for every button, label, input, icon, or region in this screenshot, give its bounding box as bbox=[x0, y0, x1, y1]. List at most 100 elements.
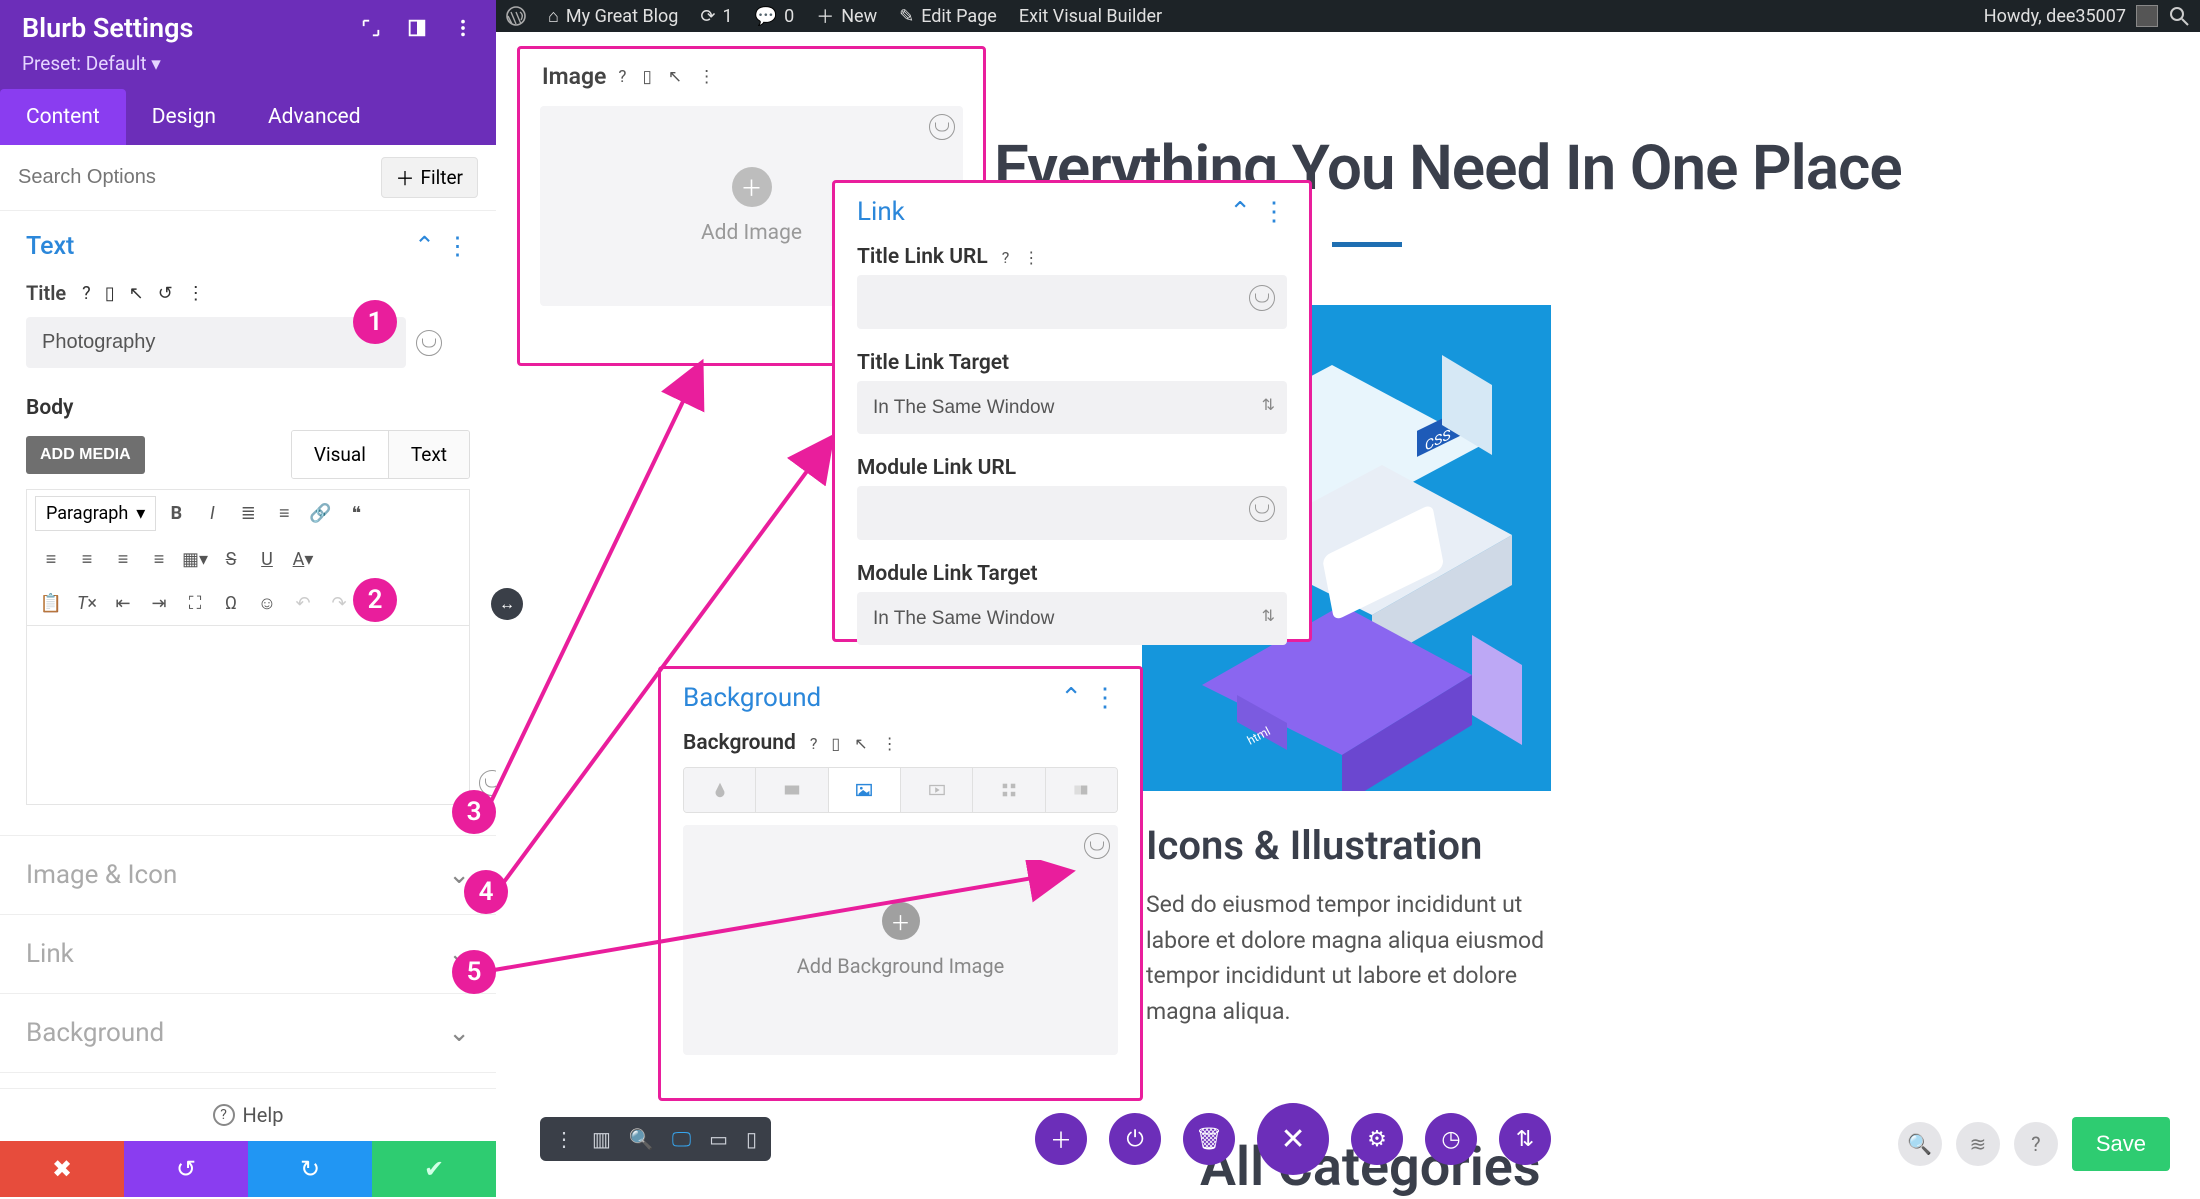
image-dynamic-icon[interactable] bbox=[929, 114, 955, 140]
bg-tab-pattern[interactable] bbox=[972, 768, 1044, 812]
hover-icon[interactable]: ↖ bbox=[129, 283, 144, 304]
phone-icon[interactable]: ▯ bbox=[642, 67, 651, 87]
underline-button[interactable]: U bbox=[251, 543, 283, 575]
tab-design[interactable]: Design bbox=[126, 89, 242, 145]
bb-phone-icon[interactable]: ▯ bbox=[746, 1127, 757, 1151]
bb-settings-button[interactable]: ⚙ bbox=[1351, 1113, 1403, 1165]
bg-dynamic-icon[interactable] bbox=[1084, 833, 1110, 859]
ol-button[interactable]: ≡ bbox=[268, 498, 300, 530]
bb-sort-button[interactable]: ⇅ bbox=[1499, 1113, 1551, 1165]
dynamic-content-icon[interactable] bbox=[1249, 285, 1275, 311]
snap-icon[interactable] bbox=[406, 17, 428, 39]
table-button[interactable]: ▦▾ bbox=[179, 543, 211, 575]
bb-add-button[interactable]: ＋ bbox=[1035, 1113, 1087, 1165]
add-media-button[interactable]: ADD MEDIA bbox=[26, 436, 145, 474]
filter-button[interactable]: ＋Filter bbox=[381, 157, 479, 198]
bg-tab-video[interactable] bbox=[900, 768, 972, 812]
br-layers-button[interactable]: ≋ bbox=[1956, 1122, 2000, 1166]
help-icon[interactable]: ? bbox=[1002, 248, 1010, 267]
user-avatar[interactable] bbox=[2136, 5, 2158, 27]
chevron-up-icon[interactable]: ⌃ bbox=[1060, 683, 1082, 713]
bb-desktop-icon[interactable]: 🖵 bbox=[672, 1127, 691, 1151]
bb-history-button[interactable]: ◷ bbox=[1425, 1113, 1477, 1165]
chevron-up-icon[interactable]: ⌃ bbox=[1229, 197, 1251, 227]
body-editor[interactable] bbox=[26, 625, 470, 805]
undo-footer-button[interactable]: ↺ bbox=[124, 1141, 248, 1197]
italic-button[interactable]: I bbox=[196, 498, 228, 530]
preset-selector[interactable]: Preset: Default ▾ bbox=[22, 52, 474, 89]
outdent-button[interactable]: ⇤ bbox=[107, 587, 139, 619]
expand-icon[interactable] bbox=[360, 17, 382, 39]
bb-power-button[interactable]: ⏻ bbox=[1109, 1113, 1161, 1165]
paste-button[interactable]: 📋 bbox=[35, 587, 67, 619]
align-center-button[interactable]: ≡ bbox=[71, 543, 103, 575]
bg-tab-mask[interactable] bbox=[1045, 768, 1117, 812]
howdy-text[interactable]: Howdy, dee35007 bbox=[1984, 6, 2126, 27]
save-button[interactable]: Save bbox=[2072, 1117, 2170, 1171]
panel-menu-icon[interactable] bbox=[452, 17, 474, 39]
section-text-header[interactable]: Text ⌃ ⋮ bbox=[0, 211, 496, 273]
title-input[interactable] bbox=[26, 317, 406, 368]
field-menu-icon[interactable]: ⋮ bbox=[187, 283, 205, 304]
align-justify-button[interactable]: ≡ bbox=[143, 543, 175, 575]
text-tab[interactable]: Text bbox=[388, 431, 469, 478]
revisions-link[interactable]: ⟳1 bbox=[700, 6, 732, 27]
section-menu-icon[interactable]: ⋮ bbox=[445, 231, 470, 261]
section-background[interactable]: Background⌄ bbox=[0, 993, 496, 1072]
undo-button[interactable]: ↶ bbox=[287, 587, 319, 619]
admin-search-icon[interactable] bbox=[2168, 5, 2190, 27]
bb-menu-icon[interactable]: ⋮ bbox=[554, 1127, 574, 1151]
help-button[interactable]: ?Help bbox=[0, 1088, 496, 1141]
phone-icon[interactable]: ▯ bbox=[105, 283, 115, 304]
bb-wireframe-icon[interactable]: ▥ bbox=[592, 1127, 611, 1151]
clear-format-button[interactable]: T× bbox=[71, 587, 103, 619]
menu-icon[interactable]: ⋮ bbox=[1092, 683, 1118, 713]
ul-button[interactable]: ≣ bbox=[232, 498, 264, 530]
chevron-up-icon[interactable]: ⌃ bbox=[414, 231, 435, 261]
bb-tablet-icon[interactable]: ▭ bbox=[709, 1127, 728, 1151]
comments-link[interactable]: 💬0 bbox=[755, 6, 795, 27]
redo-button[interactable]: ↷ bbox=[323, 587, 355, 619]
help-icon[interactable]: ? bbox=[618, 67, 626, 87]
module-link-url-input[interactable] bbox=[857, 486, 1287, 540]
wp-logo[interactable] bbox=[506, 6, 526, 26]
indent-button[interactable]: ⇥ bbox=[143, 587, 175, 619]
br-search-button[interactable]: 🔍 bbox=[1898, 1122, 1942, 1166]
menu-icon[interactable]: ⋮ bbox=[1023, 248, 1039, 267]
section-admin-label[interactable]: Admin Label⌄ bbox=[0, 1072, 496, 1088]
hover-icon[interactable]: ↖ bbox=[854, 734, 867, 753]
add-image-plus-icon[interactable]: ＋ bbox=[732, 167, 772, 207]
panel-drag-handle[interactable]: ↔ bbox=[491, 588, 523, 620]
textcolor-button[interactable]: A▾ bbox=[287, 543, 319, 575]
title-link-target-select[interactable]: In The Same Window bbox=[857, 381, 1287, 434]
br-help-button[interactable]: ? bbox=[2014, 1122, 2058, 1166]
section-image-icon[interactable]: Image & Icon⌄ bbox=[0, 835, 496, 914]
link-button[interactable]: 🔗 bbox=[304, 498, 336, 530]
hover-icon[interactable]: ↖ bbox=[668, 67, 682, 87]
bold-button[interactable]: B bbox=[160, 498, 192, 530]
quote-button[interactable]: ❝ bbox=[340, 498, 372, 530]
edit-page-link[interactable]: ✎Edit Page bbox=[899, 6, 997, 27]
help-icon[interactable]: ? bbox=[82, 283, 91, 304]
reset-icon[interactable]: ↺ bbox=[158, 283, 173, 304]
tab-advanced[interactable]: Advanced bbox=[242, 89, 387, 145]
search-options-input[interactable] bbox=[18, 166, 381, 189]
redo-footer-button[interactable]: ↻ bbox=[248, 1141, 372, 1197]
dynamic-content-icon[interactable] bbox=[1249, 496, 1275, 522]
visual-tab[interactable]: Visual bbox=[292, 431, 388, 478]
module-link-target-select[interactable]: In The Same Window bbox=[857, 592, 1287, 645]
tab-content[interactable]: Content bbox=[0, 89, 126, 145]
new-link[interactable]: ＋New bbox=[816, 3, 877, 29]
specialchar-button[interactable]: Ω bbox=[215, 587, 247, 619]
menu-icon[interactable]: ⋮ bbox=[698, 67, 715, 87]
bb-close-button[interactable]: ✕ bbox=[1257, 1103, 1329, 1175]
align-left-button[interactable]: ≡ bbox=[35, 543, 67, 575]
bb-trash-button[interactable]: 🗑 bbox=[1183, 1113, 1235, 1165]
cancel-button[interactable]: ✖ bbox=[0, 1141, 124, 1197]
menu-icon[interactable]: ⋮ bbox=[1261, 197, 1287, 227]
exit-vb-link[interactable]: Exit Visual Builder bbox=[1019, 6, 1162, 27]
site-name-link[interactable]: ⌂My Great Blog bbox=[548, 6, 678, 27]
section-link[interactable]: Link⌄ bbox=[0, 914, 496, 993]
title-link-url-input[interactable] bbox=[857, 275, 1287, 329]
dynamic-content-icon[interactable] bbox=[416, 330, 442, 356]
